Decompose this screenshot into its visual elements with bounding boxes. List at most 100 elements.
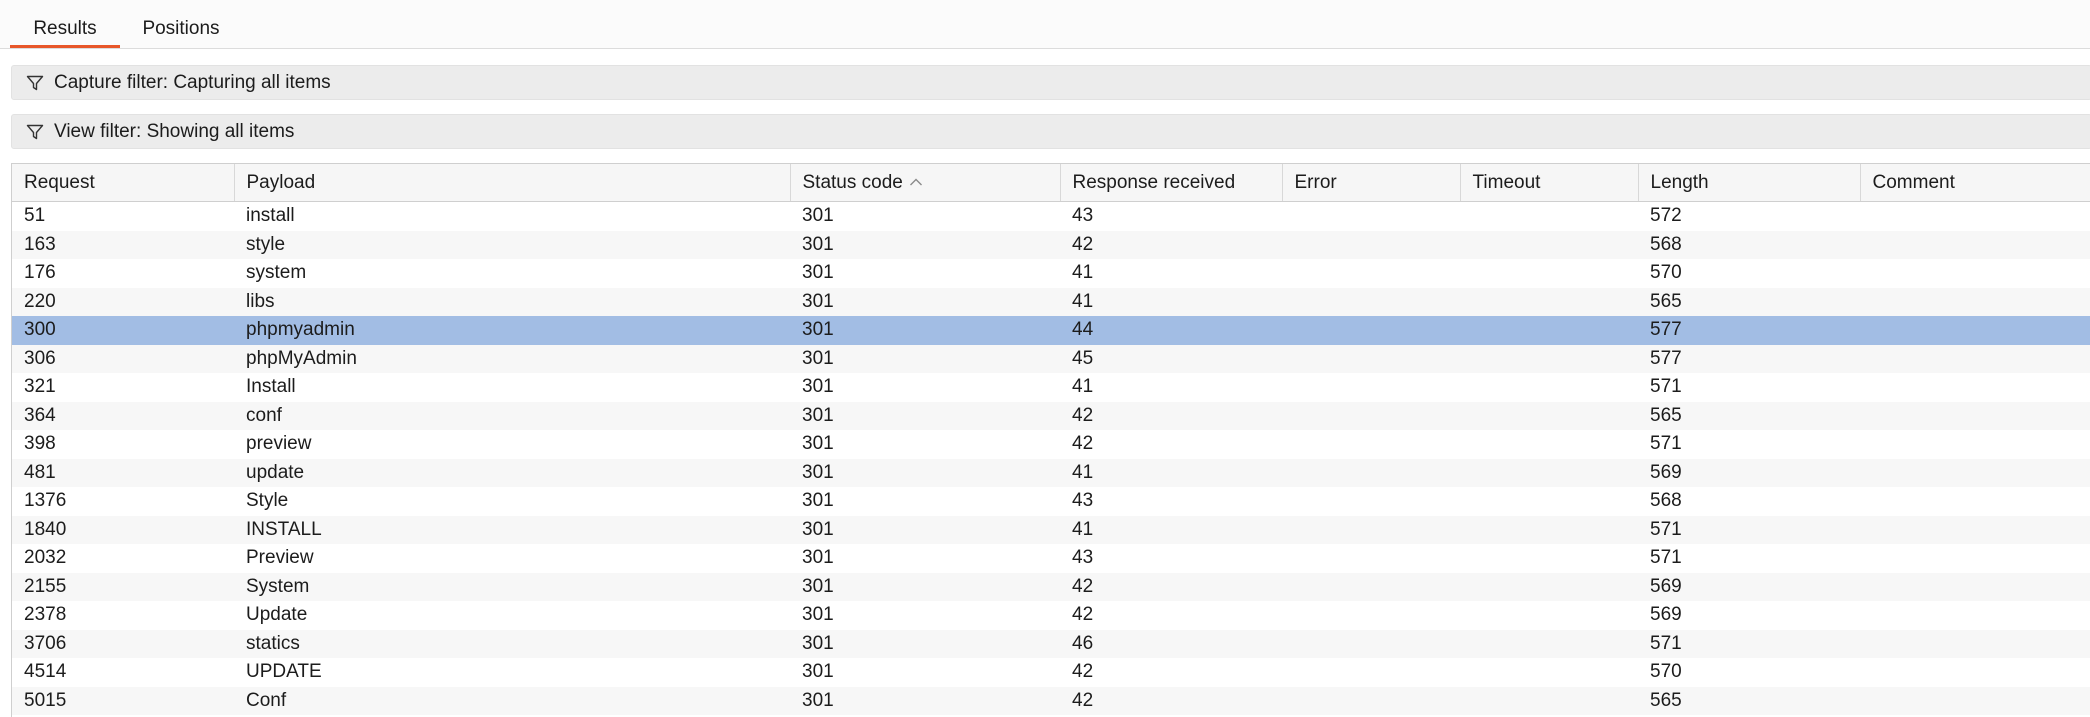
table-row[interactable]: 220 libs 301 41 565 [12,287,2090,316]
table-row[interactable]: 3706 statics 301 46 571 [12,629,2090,658]
request-cell: 2032 [24,547,67,569]
response-received-cell: 42 [1060,401,1282,430]
payload-cell: phpmyadmin [234,316,790,345]
payload-cell: style [234,230,790,259]
request-cell: 321 [24,376,56,398]
response-received-cell: 41 [1060,458,1282,487]
timeout-cell [1460,430,1638,459]
comment-cell [1860,401,2090,430]
timeout-cell [1460,601,1638,630]
status-code-cell: 301 [790,344,1060,373]
length-cell: 568 [1650,490,1682,512]
payload-cell: system [246,262,307,284]
length-cell: 571 [1650,547,1682,569]
request-cell: 176 [24,262,56,284]
error-cell [1282,373,1460,402]
response-received-cell: 41 [1072,262,1094,284]
tab-positions[interactable]: Positions [126,0,236,46]
payload-cell: phpMyAdmin [234,344,790,373]
request-cell: 2155 [12,572,234,601]
table-row[interactable]: 2378 Update 301 42 569 [12,601,2090,630]
comment-cell [1860,572,2090,601]
table-row[interactable]: 4514 UPDATE 301 42 570 [12,658,2090,687]
column-header-payload[interactable]: Payload [234,164,791,202]
status-code-cell: 301 [802,205,834,227]
sort-ascending-icon [909,178,922,186]
response-received-cell: 45 [1060,344,1282,373]
request-cell: 1376 [24,490,67,512]
payload-cell: Preview [246,547,314,569]
column-header-request[interactable]: Request [12,164,235,202]
table-row[interactable]: 2155 System 301 42 569 [12,572,2090,601]
error-cell [1282,287,1460,316]
response-received-cell: 43 [1072,490,1094,512]
payload-cell: libs [234,287,790,316]
filter-icon [26,75,44,91]
payload-cell: Style [246,490,289,512]
table-row[interactable]: 5015 Conf 301 42 565 [12,686,2090,715]
request-cell: 3706 [12,629,234,658]
timeout-cell [1460,401,1638,430]
table-row[interactable]: 398 preview 301 42 571 [12,430,2090,459]
comment-cell [1860,373,2090,402]
column-header-response-received[interactable]: Response received [1060,164,1283,202]
column-header-status-code[interactable]: Status code [790,164,1061,202]
comment-cell [1860,458,2090,487]
column-header-timeout[interactable]: Timeout [1460,164,1639,202]
table-row[interactable]: 321 Install 301 41 571 [12,373,2090,402]
table-row[interactable]: 364 conf 301 42 565 [12,401,2090,430]
error-cell [1282,601,1460,630]
column-header-length[interactable]: Length [1638,164,1861,202]
length-cell: 577 [1638,344,1860,373]
table-row[interactable]: 176 system 301 41 570 [12,259,2090,288]
timeout-cell [1460,572,1638,601]
table-row[interactable]: 2032 Preview 301 43 571 [12,544,2090,573]
tab-results[interactable]: Results [10,0,120,48]
length-cell: 570 [1650,661,1682,683]
status-code-cell: 301 [802,376,834,398]
length-cell: 577 [1638,316,1860,345]
table-row[interactable]: 51 install 301 43 572 [12,202,2090,231]
timeout-cell [1460,658,1638,687]
timeout-cell [1460,287,1638,316]
timeout-cell [1460,629,1638,658]
table-row[interactable]: 300 phpmyadmin 301 44 577 [12,316,2090,345]
length-cell: 565 [1638,686,1860,715]
response-received-cell: 42 [1060,230,1282,259]
response-received-cell: 42 [1072,661,1094,683]
comment-cell [1860,316,2090,345]
response-received-cell: 46 [1060,629,1282,658]
comment-cell [1860,686,2090,715]
view-filter-bar[interactable]: View filter: Showing all items [11,114,2090,149]
table-row[interactable]: 481 update 301 41 569 [12,458,2090,487]
comment-cell [1860,230,2090,259]
column-header-comment[interactable]: Comment [1860,164,2090,202]
request-cell: 2378 [24,604,67,626]
table-row[interactable]: 306 phpMyAdmin 301 45 577 [12,344,2090,373]
status-code-cell: 301 [802,490,834,512]
table-header-row: Request Payload Status code Response rec… [12,164,2090,202]
capture-filter-bar[interactable]: Capture filter: Capturing all items [11,65,2090,100]
timeout-cell [1460,515,1638,544]
error-cell [1282,629,1460,658]
status-code-cell: 301 [790,230,1060,259]
payload-cell: preview [246,433,312,455]
response-received-cell: 42 [1072,433,1094,455]
payload-cell: Install [246,376,296,398]
table-row[interactable]: 1376 Style 301 43 568 [12,487,2090,516]
request-cell: 5015 [12,686,234,715]
payload-cell: update [234,458,790,487]
error-cell [1282,230,1460,259]
table-row[interactable]: 1840 INSTALL 301 41 571 [12,515,2090,544]
status-code-cell: 301 [790,458,1060,487]
payload-cell: statics [234,629,790,658]
payload-cell: Update [246,604,308,626]
length-cell: 569 [1638,572,1860,601]
status-code-cell: 301 [802,433,834,455]
error-cell [1282,658,1460,687]
column-header-error[interactable]: Error [1282,164,1461,202]
status-code-cell: 301 [802,547,834,569]
error-cell [1282,544,1460,573]
table-body: 51 install 301 43 572 163 style 301 42 568 176 syst… [12,202,2090,715]
table-row[interactable]: 163 style 301 42 568 [12,230,2090,259]
